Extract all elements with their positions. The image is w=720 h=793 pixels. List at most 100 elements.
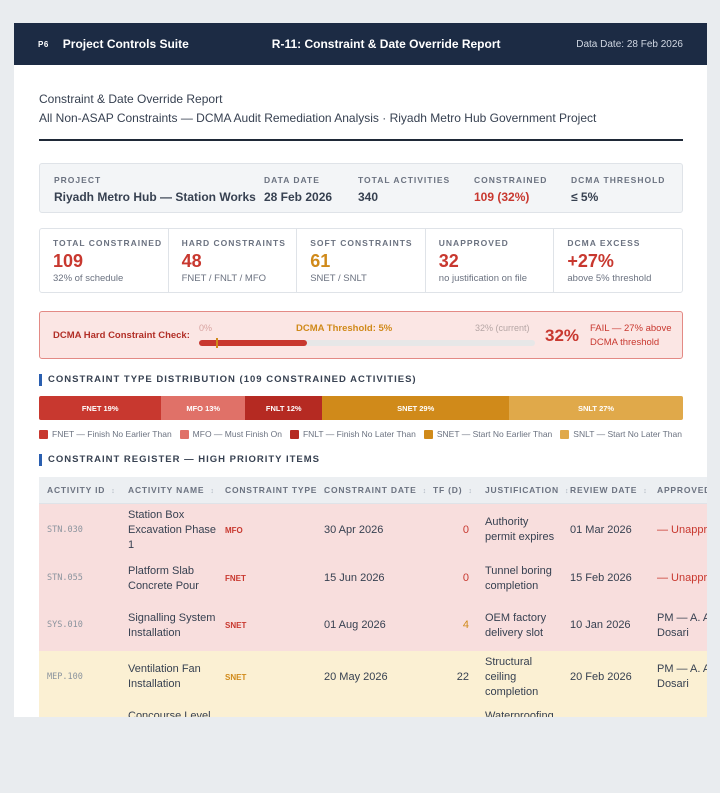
cell-justification: Structural ceiling completion [477, 650, 562, 704]
check-zero-label: 0% [199, 323, 213, 333]
column-header[interactable]: REVIEW DATE ↕ [562, 477, 649, 504]
info-value: ≤ 5% [571, 190, 599, 204]
column-header[interactable]: ACTIVITY NAME ↕ [120, 477, 217, 504]
cell-constraint-date: 01 Sep 2026 [316, 703, 425, 717]
distribution-segment: SNLT 27% [509, 396, 683, 420]
cell-constraint-date: 20 May 2026 [316, 650, 425, 704]
cell-review-date: 15 Feb 2026 [562, 556, 649, 601]
distribution-legend: FNET — Finish No Earlier Than MFO — Must … [39, 429, 683, 439]
kpi-value: 32 [438, 251, 459, 271]
column-header[interactable]: TF (D) ↕ [425, 477, 477, 504]
distribution-bar: FNET 19% MFO 13% FNLT 12% SNET 29% SNLT 27% [39, 396, 683, 420]
column-header[interactable]: JUSTIFICATION ↕ [477, 477, 568, 504]
kpi-sub: above 5% threshold [567, 273, 652, 284]
table-header-row: ACTIVITY ID ↕ ACTIVITY NAME ↕ CONSTRAINT TYP… [39, 477, 707, 504]
report-content: Constraint & Date Override Report All No… [14, 92, 707, 717]
sort-icon[interactable]: ↕ [423, 488, 427, 495]
cell-approved: PM — A. Al-Dosari [649, 650, 707, 704]
check-percent: 32% [545, 326, 580, 345]
legend-item: SNLT — Start No Later Than [560, 429, 682, 439]
cell-review-date: 10 Jan 2026 [562, 600, 649, 651]
column-header-label: ACTIVITY ID [47, 484, 106, 495]
app-name: Project Controls Suite [62, 37, 189, 51]
register-table-wrap: ACTIVITY ID ↕ ACTIVITY NAME ↕ CONSTRAINT TYP… [39, 477, 707, 717]
cell-total-float: 18 [425, 703, 477, 717]
cell-review-date: 01 Mar 2026 [562, 503, 649, 557]
table-row[interactable]: STN.030 Station Box Excavation Phase 1 MFO… [39, 503, 707, 557]
info-value: Riyadh Metro Hub — Station Works [54, 190, 256, 204]
report-heading: Constraint & Date Override Report [39, 92, 223, 106]
info-value: 28 Feb 2026 [264, 190, 333, 204]
cell-constraint-type: SNET [217, 650, 316, 704]
cell-review-date: 05 Mar 2026 [562, 703, 649, 717]
distribution-segment: SNET 29% [322, 396, 510, 420]
legend-item: FNET — Finish No Earlier Than [39, 429, 172, 439]
check-current-label: 32% (current) [475, 323, 530, 333]
info-threshold: DCMA THRESHOLD ≤ 5% [571, 175, 671, 212]
sort-icon[interactable]: ↕ [111, 488, 115, 495]
column-header[interactable]: CONSTRAINT TYPE↕ [217, 477, 327, 504]
cell-activity-name: Platform Slab Concrete Pour [120, 556, 217, 601]
kpi-sub: FNET / FNLT / MFO [181, 273, 267, 284]
cell-activity-id: SYS.010 [39, 600, 120, 651]
info-label: PROJECT [54, 175, 102, 185]
column-header-label: CONSTRAINT TYPE [225, 484, 318, 495]
kpi-label: TOTAL CONSTRAINED [53, 238, 163, 248]
table-row[interactable]: SYS.010 Signalling System Installation SNE… [39, 600, 707, 651]
legend-label: FNET — Finish No Earlier Than [52, 429, 172, 439]
cell-approved: — Unapproved [649, 556, 707, 601]
kpi-value: 109 [53, 251, 84, 271]
column-header[interactable]: APPROVED↕ [649, 477, 707, 504]
distribution-segment: MFO 13% [161, 396, 246, 420]
distribution-title: CONSTRAINT TYPE DISTRIBUTION (109 CONSTR… [39, 374, 683, 386]
info-label: DCMA THRESHOLD [571, 175, 666, 185]
column-header-label: TF (D) [433, 484, 463, 495]
sort-icon[interactable]: ↕ [643, 488, 647, 495]
cell-approved: — Unapproved [649, 503, 707, 557]
kpi-total-constrained: TOTAL CONSTRAINED 109 32% of schedule [40, 229, 169, 292]
check-threshold-marker [215, 338, 218, 348]
sort-icon[interactable]: ↕ [210, 488, 214, 495]
kpi-label: DCMA EXCESS [567, 238, 641, 248]
kpi-label: UNAPPROVED [438, 238, 509, 248]
report-title: R-11: Constraint & Date Override Report [271, 37, 501, 51]
kpi-value: +27% [567, 251, 614, 271]
cell-justification: Authority permit expires [477, 503, 562, 557]
cell-constraint-date: 01 Aug 2026 [316, 600, 425, 651]
cell-constraint-type: SNLT [217, 703, 316, 717]
dcma-check-banner: DCMA Hard Constraint Check: 0% DCMA Thre… [39, 311, 683, 359]
constraint-register-table: ACTIVITY ID ↕ ACTIVITY NAME ↕ CONSTRAINT TYP… [39, 477, 707, 717]
cell-activity-id: STN.055 [39, 556, 120, 601]
column-header[interactable]: CONSTRAINT DATE ↕ [316, 477, 427, 504]
cell-activity-name: Signalling System Installation [120, 600, 217, 651]
table-row[interactable]: FIN.010Concourse Level FinishesSNLT01 Se… [39, 703, 707, 717]
kpi-hard-constraints: HARD CONSTRAINTS 48 FNET / FNLT / MFO [169, 229, 298, 292]
cell-activity-name: Ventilation Fan Installation [120, 650, 217, 704]
legend-swatch [289, 429, 299, 439]
column-header[interactable]: ACTIVITY ID ↕ [39, 477, 120, 504]
check-label: DCMA Hard Constraint Check: [53, 330, 190, 341]
cell-review-date: 20 Feb 2026 [562, 650, 649, 704]
distribution-segment: FNET 19% [39, 396, 162, 420]
legend-item: MFO — Must Finish On [179, 429, 282, 439]
legend-swatch [560, 429, 570, 439]
table-row[interactable]: STN.055 Platform Slab Concrete Pour FNET 15… [39, 556, 707, 601]
kpi-dcma-excess: DCMA EXCESS +27% above 5% threshold [554, 229, 682, 292]
cell-total-float: 0 [425, 556, 477, 601]
column-header-label: APPROVED [657, 484, 707, 495]
cell-justification: Waterproofing cure period [477, 703, 562, 717]
column-header-label: REVIEW DATE [570, 484, 638, 495]
kpi-sub: 32% of schedule [53, 273, 124, 284]
sort-icon[interactable]: ↕ [565, 488, 569, 495]
legend-label: FNLT — Finish No Later Than [302, 429, 416, 439]
check-progress-track [199, 338, 535, 348]
cell-approved: PM — A. Al-Dosari [649, 600, 707, 651]
cell-activity-name: Concourse Level Finishes [120, 703, 217, 717]
kpi-soft-constraints: SOFT CONSTRAINTS 61 SNET / SNLT [297, 229, 426, 292]
sort-icon[interactable]: ↕ [468, 488, 472, 495]
legend-swatch [423, 429, 433, 439]
cell-total-float: 4 [425, 600, 477, 651]
cell-total-float: 0 [425, 503, 477, 557]
table-row[interactable]: MEP.100 Ventilation Fan Installation SNET 2… [39, 650, 707, 704]
kpi-strip: TOTAL CONSTRAINED 109 32% of schedule HA… [39, 228, 683, 293]
